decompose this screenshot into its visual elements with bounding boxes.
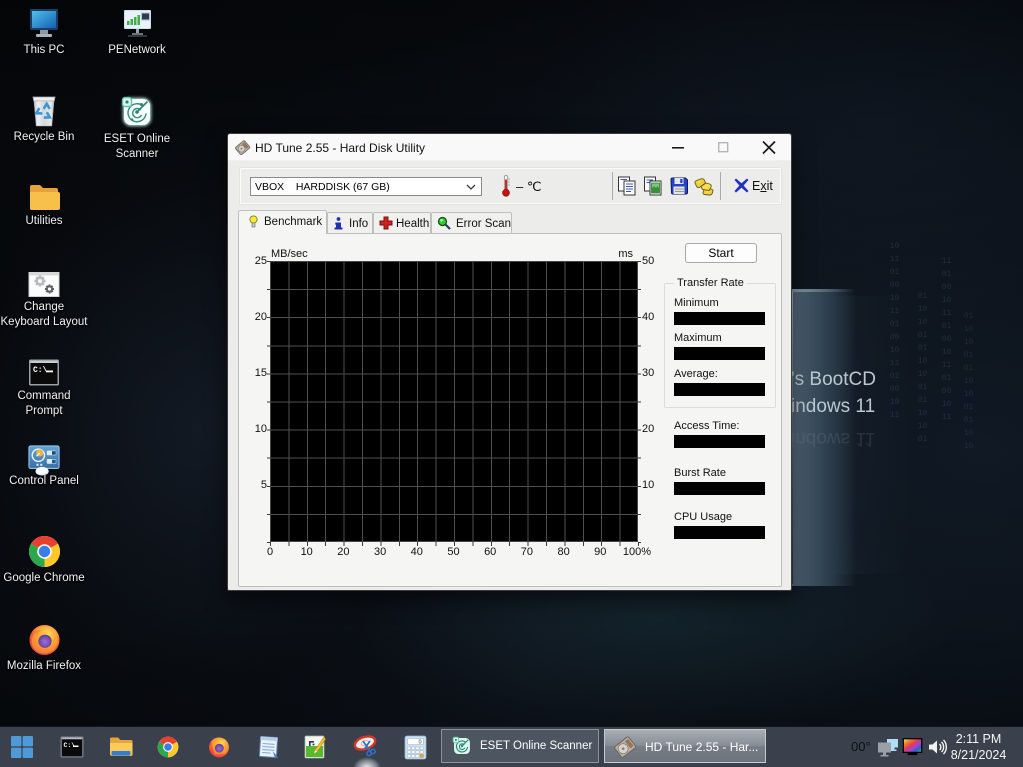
svg-text:C:\: C:\ [33,366,48,375]
svg-text:0: 0 [419,740,422,746]
